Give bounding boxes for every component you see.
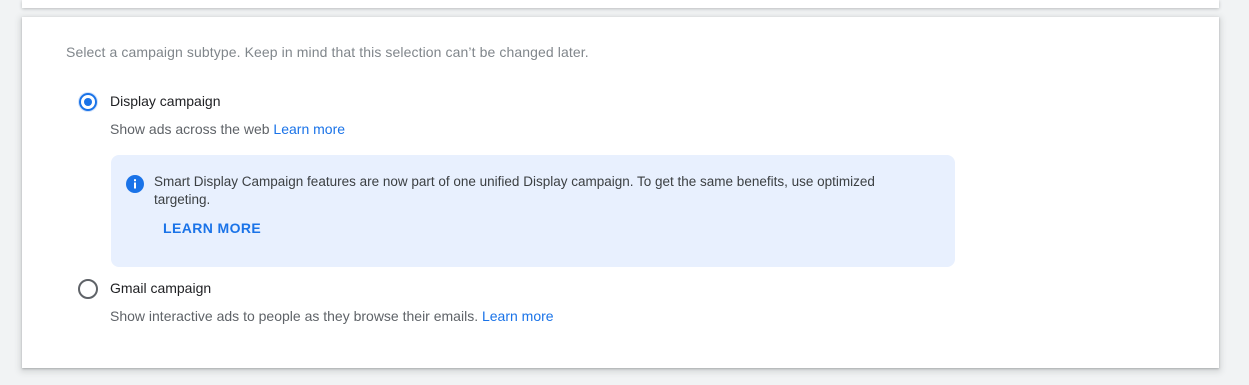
campaign-subtype-card: Select a campaign subtype. Keep in mind … (22, 17, 1219, 368)
display-campaign-description-text: Show ads across the web (110, 121, 270, 137)
gmail-campaign-title[interactable]: Gmail campaign (110, 280, 211, 296)
gmail-campaign-learn-more-link[interactable]: Learn more (482, 308, 554, 324)
info-banner: Smart Display Campaign features are now … (111, 155, 955, 267)
display-campaign-title[interactable]: Display campaign (110, 93, 221, 109)
info-learn-more-button[interactable]: LEARN MORE (163, 220, 261, 236)
info-icon (126, 175, 144, 193)
info-banner-text: Smart Display Campaign features are now … (154, 174, 875, 207)
display-campaign-learn-more-link[interactable]: Learn more (273, 121, 345, 137)
display-campaign-description: Show ads across the web Learn more (110, 121, 345, 137)
gmail-campaign-description-text: Show interactive ads to people as they b… (110, 308, 479, 324)
subtype-instruction: Select a campaign subtype. Keep in mind … (66, 44, 589, 60)
previous-section-card (22, 0, 1219, 8)
gmail-campaign-description: Show interactive ads to people as they b… (110, 308, 554, 324)
gmail-campaign-radio[interactable] (78, 279, 98, 299)
display-campaign-radio[interactable] (79, 93, 97, 111)
